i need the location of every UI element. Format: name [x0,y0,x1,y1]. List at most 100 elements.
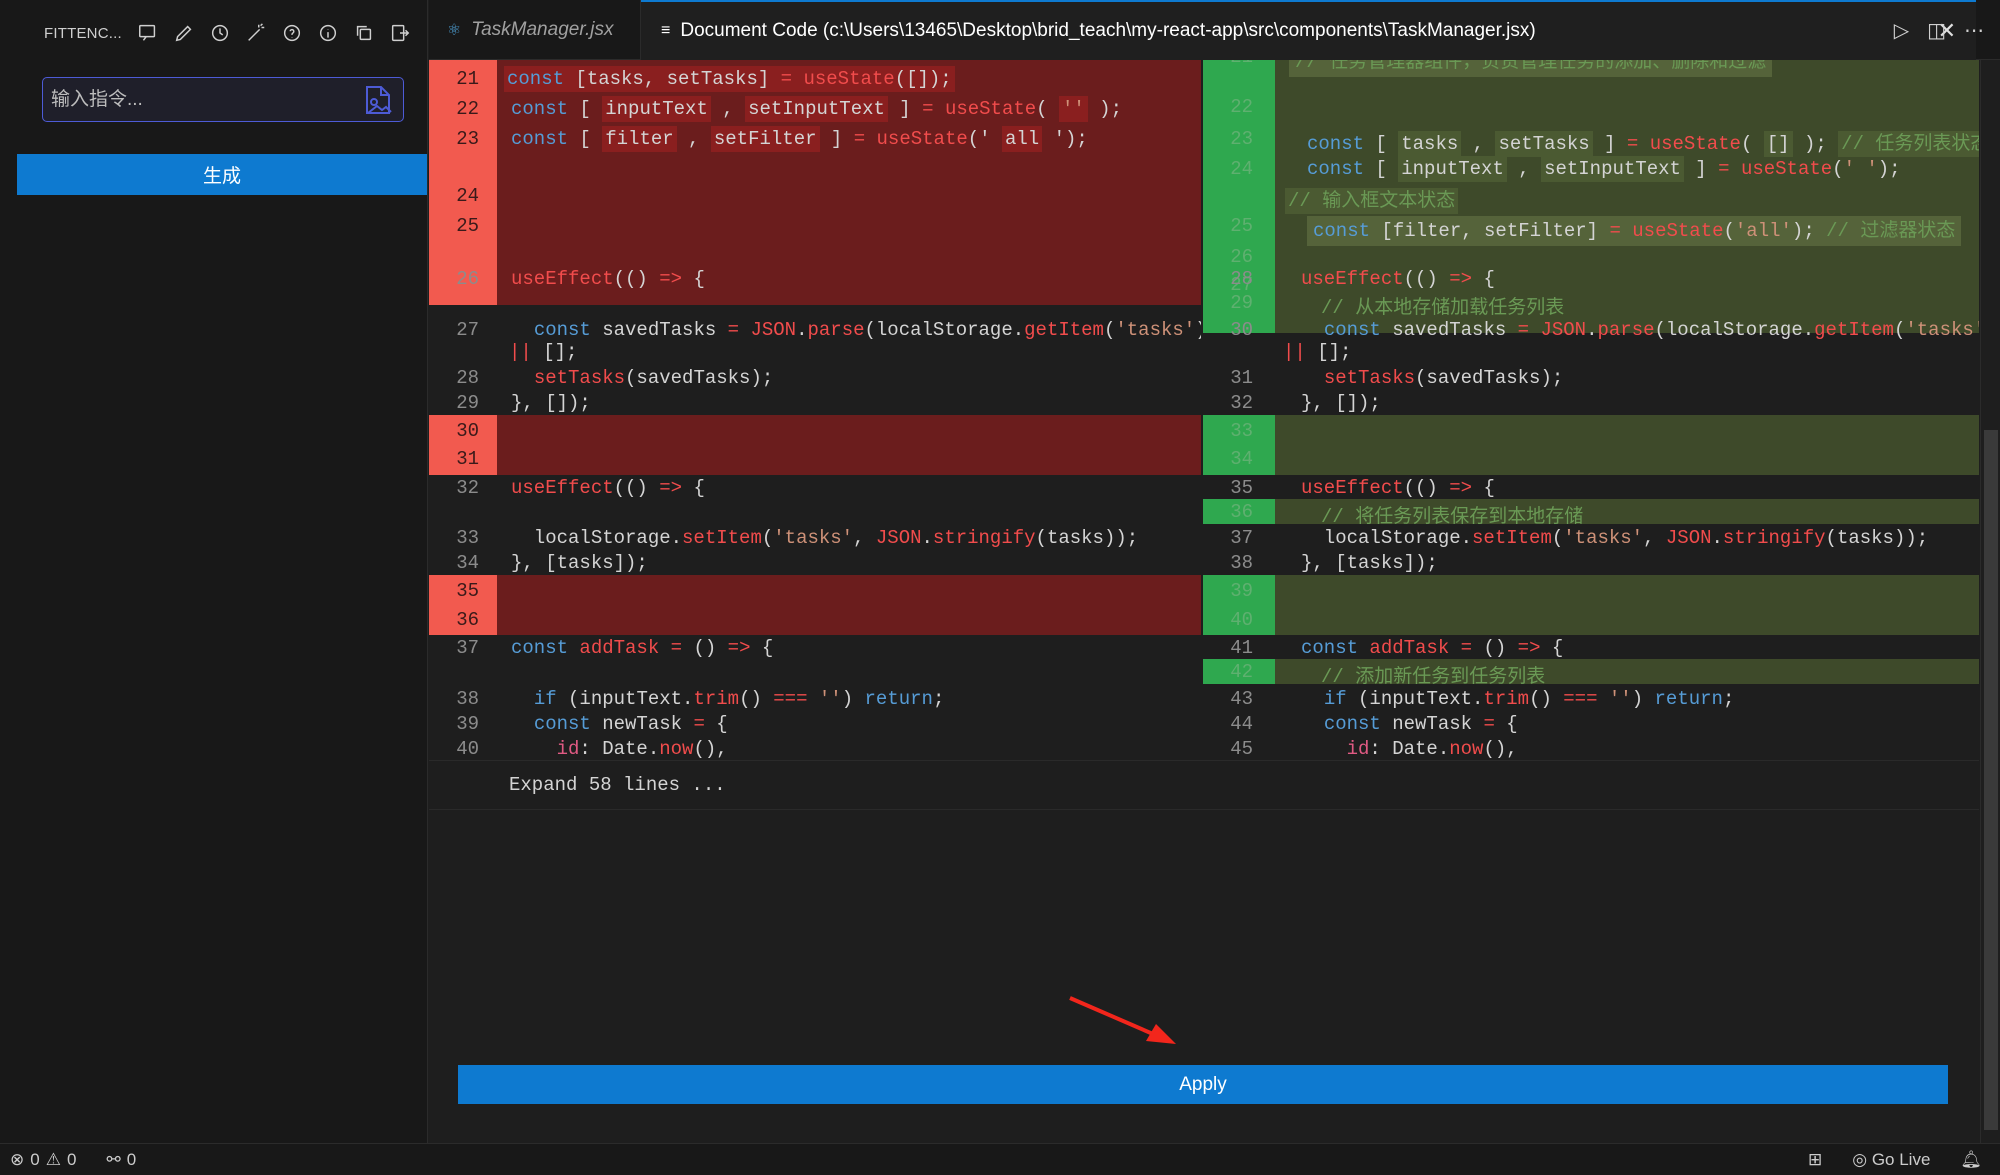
line-number: 36 [1230,501,1253,523]
line-number: 35 [1230,477,1253,499]
info-icon[interactable] [310,15,346,51]
line-number: 39 [456,713,479,735]
history-icon[interactable] [202,15,238,51]
code-line: // 任务管理器组件，负责管理任务的添加、删除和过滤 [1289,60,1773,77]
line-number: 23 [456,128,479,150]
added-block [1203,415,1979,475]
line-number: 22 [456,98,479,120]
code-line: useEffect(() => { [1301,477,1495,499]
go-live-button[interactable]: ◎ Go Live [1852,1150,1930,1170]
line-number: 29 [1230,292,1253,314]
added-line [1203,659,1979,684]
code-line: const savedTasks = JSON.parse(localStora… [1323,319,1979,341]
broadcast-icon: ◎ [1852,1149,1868,1169]
tab-label: TaskManager.jsx [471,19,614,40]
code-line: // 从本地存储加载任务列表 [1321,297,1565,319]
run-icon[interactable]: ▷ [1894,18,1909,43]
line-number: 35 [456,580,479,602]
code-line: }, []); [1301,392,1381,414]
code-line: if (inputText.trim() === '') return; [1323,688,1735,710]
code-line: localStorage.setItem('tasks', JSON.strin… [1301,527,1929,549]
vertical-scrollbar[interactable] [1980,60,2000,1143]
tab-label: Document Code (c:\Users\13465\Desktop\br… [680,20,1536,41]
notifications-bell-icon[interactable]: 🔔︎ [1960,1150,1982,1170]
code-line: || []; [509,341,578,363]
ports-count: 0 [126,1149,137,1169]
code-line: id: Date.now(), [1346,738,1518,760]
editor-tab-bar: ⚛ TaskManager.jsx ≡ Document Code (c:\Us… [429,0,2000,60]
line-number: 28 [1230,268,1253,290]
line-number: 44 [1230,713,1253,735]
more-actions-icon[interactable]: ⋯ [1964,18,1984,43]
line-number: 42 [1230,661,1253,683]
code-line: // 输入框文本状态 [1285,185,1459,214]
sidebar-title: FITTENC... [44,24,122,42]
pencil-icon[interactable] [166,15,202,51]
error-count: 0 [30,1149,40,1169]
status-bar: ⊗ 0 ⚠ 0 ⚯ 0 ⊞ ◎ Go Live 🔔︎ [0,1143,2000,1175]
code-line: const savedTasks = JSON.parse(localStora… [533,319,1201,341]
line-number: 26 [456,268,479,290]
code-line: const newTask = { [533,713,728,735]
line-number: 40 [456,738,479,760]
image-upload-icon[interactable] [361,83,395,117]
expand-lines-button[interactable]: Expand 58 lines ... [429,760,1979,810]
line-number: 26 [1230,246,1253,268]
line-number: 30 [1230,319,1253,341]
line-number: 37 [1230,527,1253,549]
line-number: 21 [456,68,479,90]
line-number: 34 [1230,448,1253,470]
line-number: 23 [1230,128,1253,150]
warning-icon: ⚠ [45,1149,61,1169]
help-icon[interactable] [274,15,310,51]
original-code-pane: 20 21const [tasks, setTasks] = useState(… [429,60,1201,970]
document-lines-icon: ≡ [661,22,671,39]
instruction-input-box[interactable] [42,77,404,122]
error-icon: ⊗ [10,1149,25,1169]
code-line: useEffect(() => { [511,268,705,290]
generate-button[interactable]: 生成 [17,154,427,195]
line-number: 38 [1230,552,1253,574]
terminal-layout-icon[interactable]: ⊞ [1808,1150,1822,1170]
tab-document-code[interactable]: ≡ Document Code (c:\Users\13465\Desktop\… [641,0,1976,60]
line-number: 34 [456,552,479,574]
code-line: const [filter, setFilter] = useState('al… [1307,215,1962,246]
code-line: const [ filter , setFilter ] = useState(… [511,126,1088,152]
deleted-block [429,415,1201,475]
split-editor-icon[interactable]: ◫ [1927,18,1946,43]
line-number: 24 [456,185,479,207]
code-line: || []; [1283,341,1352,363]
code-line: // 将任务列表保存到本地存储 [1321,506,1584,528]
warning-count: 0 [66,1149,77,1169]
tab-taskmanager-jsx[interactable]: ⚛ TaskManager.jsx [429,0,641,60]
line-number: 45 [1230,738,1253,760]
instruction-input[interactable] [51,88,351,111]
line-number: 22 [1230,96,1253,118]
line-number: 33 [456,527,479,549]
code-line: id: Date.now(), [556,738,728,760]
line-number: 27 [456,319,479,341]
chat-icon[interactable] [130,15,166,51]
editor-actions: ▷ ◫ ⋯ [1894,0,2000,60]
line-number: 32 [1230,392,1253,414]
added-line [1203,290,1979,315]
export-icon[interactable] [382,15,418,51]
added-line [1203,499,1979,524]
line-number: 24 [1230,158,1253,180]
line-number: 21 [1203,60,1271,68]
magic-wand-icon[interactable] [238,15,274,51]
apply-button[interactable]: Apply [458,1065,1948,1104]
sidebar-header: FITTENC... [0,0,427,66]
react-file-icon: ⚛ [447,22,462,39]
problems-indicator[interactable]: ⊗ 0 ⚠ 0 ⚯ 0 [0,1150,136,1170]
line-number: 28 [456,367,479,389]
code-line: setTasks(savedTasks); [1323,367,1564,389]
copy-icon[interactable] [346,15,382,51]
deleted-block [429,575,1201,635]
code-line: useEffect(() => { [511,477,705,499]
code-line: const newTask = { [1323,713,1518,735]
line-number: 36 [456,609,479,631]
code-line: const [ tasks , setTasks ] = useState( [… [1307,128,1979,157]
scrollbar-thumb[interactable] [1984,430,1998,1130]
line-number: 43 [1230,688,1253,710]
